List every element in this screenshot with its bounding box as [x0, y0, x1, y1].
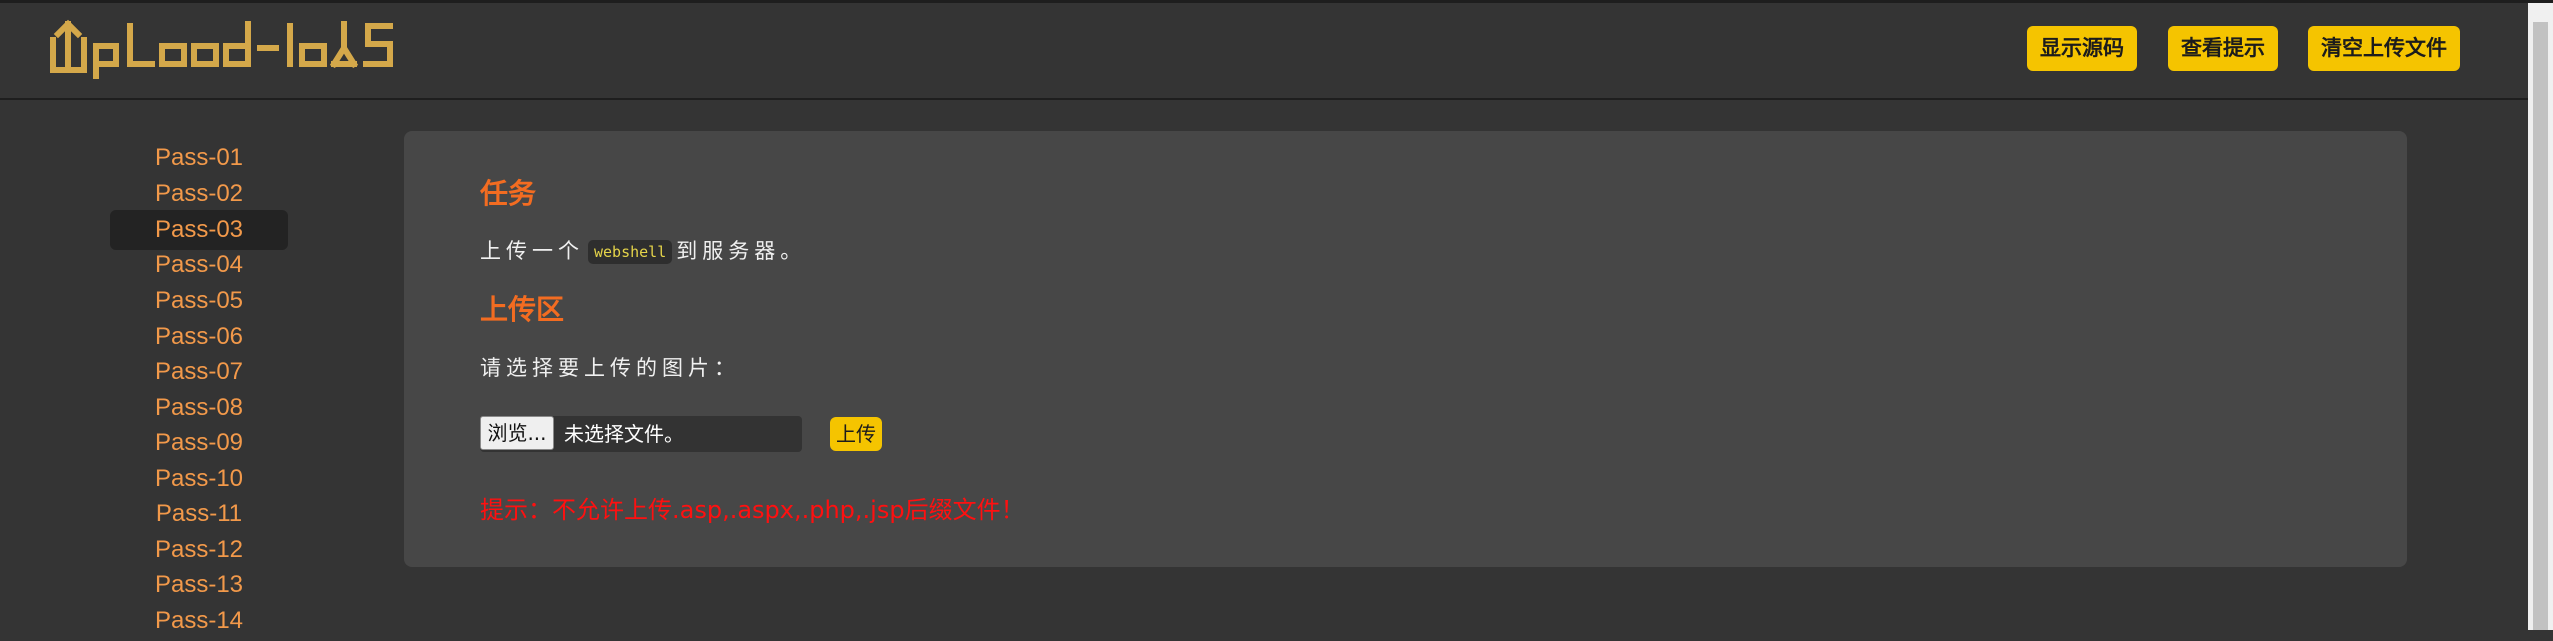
logo-icon — [50, 19, 393, 79]
sidebar-item-pass-12[interactable]: Pass-12 — [110, 530, 288, 570]
upload-area-title: 上传区 — [480, 293, 565, 326]
top-header: 显示源码 查看提示 清空上传文件 — [0, 0, 2528, 100]
sidebar-item-pass-13[interactable]: Pass-13 — [110, 565, 288, 605]
sidebar-item-pass-09[interactable]: Pass-09 — [110, 423, 288, 463]
content-panel: 任务 上传一个 webshell 到服务器。 上传区 请选择要上传的图片： 浏览..… — [404, 131, 2407, 567]
sidebar-item-pass-10[interactable]: Pass-10 — [110, 459, 288, 499]
webshell-code: webshell — [588, 240, 673, 264]
file-status-text: 未选择文件。 — [564, 422, 684, 446]
view-hint-button[interactable]: 查看提示 — [2168, 26, 2278, 71]
upload-hint: 提示：不允许上传.asp,.aspx,.php,.jsp后缀文件！ — [480, 496, 1025, 524]
sidebar-item-pass-06[interactable]: Pass-06 — [110, 317, 288, 357]
sidebar-item-pass-08[interactable]: Pass-08 — [110, 388, 288, 428]
page-scrollbar[interactable] — [2528, 0, 2553, 630]
task-title: 任务 — [480, 177, 537, 210]
upload-labs-logo[interactable] — [50, 18, 422, 82]
sidebar-item-pass-04[interactable]: Pass-04 — [110, 245, 288, 285]
sidebar-item-pass-05[interactable]: Pass-05 — [110, 281, 288, 321]
show-source-button[interactable]: 显示源码 — [2027, 26, 2137, 71]
sidebar-item-pass-07[interactable]: Pass-07 — [110, 352, 288, 392]
task-description: 上传一个 webshell 到服务器。 — [480, 235, 806, 265]
upload-submit-button[interactable]: 上传 — [830, 417, 882, 451]
sidebar-item-pass-11[interactable]: Pass-11 — [110, 494, 288, 534]
file-input[interactable]: 浏览... 未选择文件。 — [480, 416, 802, 452]
sidebar-item-pass-01[interactable]: Pass-01 — [110, 138, 288, 178]
sidebar-item-pass-14[interactable]: Pass-14 — [110, 601, 288, 641]
clear-uploads-button[interactable]: 清空上传文件 — [2308, 26, 2460, 71]
browse-button[interactable]: 浏览... — [480, 416, 554, 450]
task-text-after: 到服务器。 — [676, 239, 807, 263]
sidebar: Pass-01 Pass-02 Pass-03 Pass-04 Pass-05 … — [0, 100, 400, 634]
sidebar-item-pass-02[interactable]: Pass-02 — [110, 174, 288, 214]
scrollbar-thumb[interactable] — [2533, 22, 2548, 630]
upload-prompt: 请选择要上传的图片： — [480, 356, 740, 380]
task-text-before: 上传一个 — [480, 239, 584, 263]
sidebar-item-pass-03[interactable]: Pass-03 — [110, 210, 288, 250]
